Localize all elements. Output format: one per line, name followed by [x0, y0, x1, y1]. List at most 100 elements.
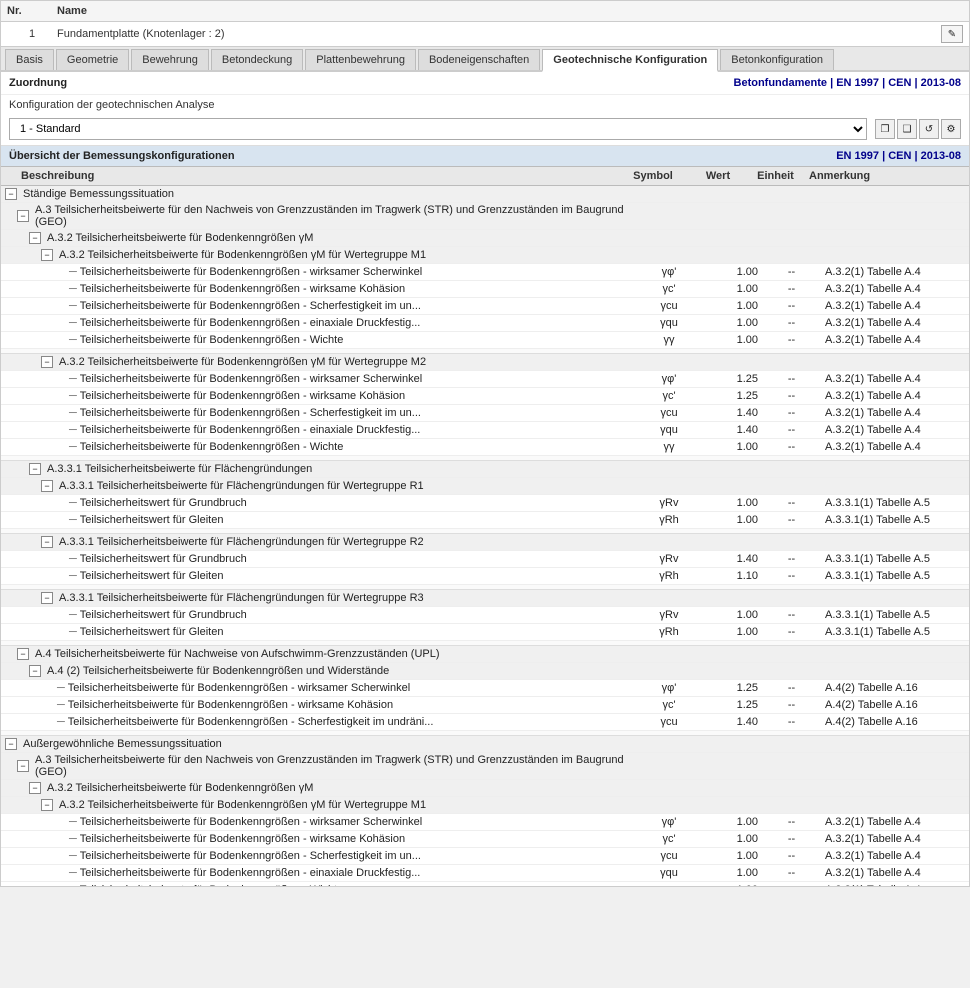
symbol-cell: γcu: [634, 407, 704, 419]
desc-cell: −A.3 Teilsicherheitsbeiwerte für den Nac…: [1, 203, 634, 229]
row-text: Ständige Bemessungssituation: [23, 188, 174, 200]
row-text: A.3.3.1 Teilsicherheitsbeiwerte für Fläc…: [47, 463, 312, 475]
expand-button[interactable]: −: [41, 536, 53, 548]
tab-betondeckung[interactable]: Betondeckung: [211, 49, 303, 70]
expand-button[interactable]: −: [17, 210, 29, 222]
section-row[interactable]: −A.4 Teilsicherheitsbeiwerte für Nachwei…: [1, 646, 969, 663]
einheit-cell: --: [764, 816, 819, 828]
row-text: Teilsicherheitsbeiwerte für Bodenkenngrö…: [68, 682, 410, 694]
config-select-row: 1 - Standard ❐ ❑ ↺ ⚙: [1, 115, 969, 146]
tab-geotechnische-konfiguration[interactable]: Geotechnische Konfiguration: [542, 49, 718, 72]
tab-basis[interactable]: Basis: [5, 49, 54, 70]
tab-bewehrung[interactable]: Bewehrung: [131, 49, 209, 70]
config-select[interactable]: 1 - Standard: [9, 118, 867, 140]
expand-button[interactable]: −: [5, 188, 17, 200]
desc-cell: ─Teilsicherheitsbeiwerte für Bodenkenngr…: [1, 316, 634, 330]
expand-button[interactable]: −: [29, 665, 41, 677]
anmerkung-cell: A.3.2(1) Tabelle A.4: [819, 407, 969, 419]
desc-cell: ─Teilsicherheitsbeiwerte für Bodenkenngr…: [1, 406, 634, 420]
section-row[interactable]: −A.3 Teilsicherheitsbeiwerte für den Nac…: [1, 753, 969, 780]
expand-button[interactable]: −: [41, 799, 53, 811]
wert-cell: 1.00: [704, 441, 764, 453]
desc-cell: −A.3 Teilsicherheitsbeiwerte für den Nac…: [1, 753, 634, 779]
anmerkung-cell: A.4(2) Tabelle A.16: [819, 716, 969, 728]
leaf-row: ─Teilsicherheitswert für GleitenγRh1.10-…: [1, 568, 969, 585]
section-row[interactable]: −Außergewöhnliche Bemessungssituation: [1, 736, 969, 753]
row-text: Teilsicherheitsbeiwerte für Bodenkenngrö…: [68, 716, 434, 728]
symbol-cell: γc': [634, 833, 704, 845]
desc-cell: −A.3.2 Teilsicherheitsbeiwerte für Boden…: [1, 798, 634, 812]
tree-table[interactable]: −Ständige Bemessungssituation−A.3 Teilsi…: [1, 186, 969, 886]
tab-bodeneigenschaften[interactable]: Bodeneigenschaften: [418, 49, 540, 70]
section-row[interactable]: −A.3.2 Teilsicherheitsbeiwerte für Boden…: [1, 354, 969, 371]
wert-cell: 1.00: [704, 833, 764, 845]
section-row[interactable]: −A.3.2 Teilsicherheitsbeiwerte für Boden…: [1, 230, 969, 247]
tab-betonkonfiguration[interactable]: Betonkonfiguration: [720, 49, 834, 70]
expand-button[interactable]: −: [17, 760, 29, 772]
expand-button[interactable]: −: [41, 592, 53, 604]
table-header: Beschreibung Symbol Wert Einheit Anmerku…: [1, 167, 969, 186]
edit-button[interactable]: ✎: [941, 25, 963, 43]
expand-button[interactable]: −: [29, 232, 41, 244]
einheit-cell: --: [764, 390, 819, 402]
settings-icon[interactable]: ⚙: [941, 119, 961, 139]
section-row[interactable]: −A.3.3.1 Teilsicherheitsbeiwerte für Flä…: [1, 478, 969, 495]
expand-button[interactable]: −: [41, 356, 53, 368]
section-row[interactable]: −A.3.3.1 Teilsicherheitsbeiwerte für Flä…: [1, 461, 969, 478]
section-row[interactable]: −A.3.3.1 Teilsicherheitsbeiwerte für Flä…: [1, 534, 969, 551]
symbol-cell: γφ': [634, 816, 704, 828]
symbol-cell: γRh: [634, 570, 704, 582]
reset-icon[interactable]: ↺: [919, 119, 939, 139]
desc-cell: −A.3.3.1 Teilsicherheitsbeiwerte für Flä…: [1, 535, 634, 549]
einheit-cell: --: [764, 884, 819, 886]
desc-cell: ─Teilsicherheitsbeiwerte für Bodenkenngr…: [1, 265, 634, 279]
overview-header: Übersicht der Bemessungskonfigurationen …: [1, 146, 969, 167]
symbol-cell: γγ: [634, 334, 704, 346]
row-text: A.3.2 Teilsicherheitsbeiwerte für Bodenk…: [59, 799, 426, 811]
leaf-row: ─Teilsicherheitsbeiwerte für Bodenkenngr…: [1, 439, 969, 456]
leaf-row: ─Teilsicherheitswert für GleitenγRh1.00-…: [1, 624, 969, 641]
einheit-cell: --: [764, 553, 819, 565]
einheit-cell: --: [764, 699, 819, 711]
tab-plattenbewehrung[interactable]: Plattenbewehrung: [305, 49, 416, 70]
symbol-cell: γc': [634, 283, 704, 295]
anmerkung-cell: A.3.2(1) Tabelle A.4: [819, 424, 969, 436]
symbol-cell: γcu: [634, 300, 704, 312]
expand-button[interactable]: −: [29, 782, 41, 794]
wert-cell: 1.00: [704, 609, 764, 621]
leaf-row: ─Teilsicherheitswert für GrundbruchγRv1.…: [1, 607, 969, 624]
paste-icon[interactable]: ❑: [897, 119, 917, 139]
tab-geometrie[interactable]: Geometrie: [56, 49, 129, 70]
section-row[interactable]: −A.3.2 Teilsicherheitsbeiwerte für Boden…: [1, 797, 969, 814]
section-row[interactable]: −A.3.2 Teilsicherheitsbeiwerte für Boden…: [1, 247, 969, 264]
row-text: Teilsicherheitsbeiwerte für Bodenkenngrö…: [80, 390, 405, 402]
row-text: A.4 (2) Teilsicherheitsbeiwerte für Bode…: [47, 665, 389, 677]
section-row[interactable]: −A.4 (2) Teilsicherheitsbeiwerte für Bod…: [1, 663, 969, 680]
row-name: Fundamentplatte (Knotenlager : 2): [57, 28, 941, 40]
anmerkung-cell: A.3.3.1(1) Tabelle A.5: [819, 553, 969, 565]
desc-cell: −A.3.2 Teilsicherheitsbeiwerte für Boden…: [1, 355, 634, 369]
expand-button[interactable]: −: [17, 648, 29, 660]
desc-cell: −A.3.2 Teilsicherheitsbeiwerte für Boden…: [1, 248, 634, 262]
wert-cell: 1.00: [704, 266, 764, 278]
section-row[interactable]: −A.3 Teilsicherheitsbeiwerte für den Nac…: [1, 203, 969, 230]
wert-cell: 1.00: [704, 317, 764, 329]
wert-cell: 1.00: [704, 283, 764, 295]
desc-cell: ─Teilsicherheitsbeiwerte für Bodenkenngr…: [1, 715, 634, 729]
section-row[interactable]: −A.3.3.1 Teilsicherheitsbeiwerte für Flä…: [1, 590, 969, 607]
section-row[interactable]: −Ständige Bemessungssituation: [1, 186, 969, 203]
desc-cell: ─Teilsicherheitsbeiwerte für Bodenkenngr…: [1, 372, 634, 386]
expand-button[interactable]: −: [41, 480, 53, 492]
row-nr: 1: [7, 28, 57, 40]
anmerkung-cell: A.3.2(1) Tabelle A.4: [819, 266, 969, 278]
wert-cell: 1.00: [704, 514, 764, 526]
leaf-row: ─Teilsicherheitsbeiwerte für Bodenkenngr…: [1, 332, 969, 349]
expand-button[interactable]: −: [29, 463, 41, 475]
wert-cell: 1.00: [704, 334, 764, 346]
desc-cell: ─Teilsicherheitswert für Gleiten: [1, 625, 634, 639]
section-row[interactable]: −A.3.2 Teilsicherheitsbeiwerte für Boden…: [1, 780, 969, 797]
wert-cell: 1.00: [704, 816, 764, 828]
copy-icon[interactable]: ❐: [875, 119, 895, 139]
expand-button[interactable]: −: [41, 249, 53, 261]
expand-button[interactable]: −: [5, 738, 17, 750]
